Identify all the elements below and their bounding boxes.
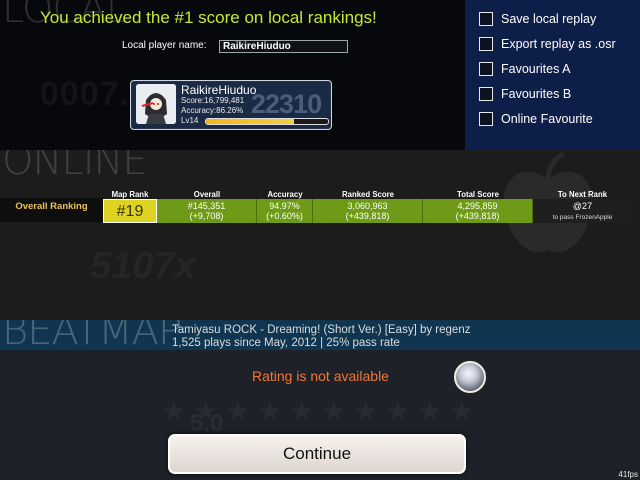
ranked-score-number: 3,060,963 (347, 201, 388, 211)
overall-rank: #145,351 (187, 201, 226, 211)
map-rank-value: #19 (103, 199, 157, 223)
checkbox-icon[interactable] (479, 112, 493, 126)
overall-ranking-label: Overall Ranking (0, 198, 103, 222)
total-score-delta: (+439,818) (455, 211, 500, 221)
player-card-score: Score:16,799,481 (181, 96, 245, 105)
rating-orb-icon[interactable] (454, 361, 486, 393)
background-decoration: 5107x (90, 245, 196, 288)
rating-status: Rating is not available (252, 368, 389, 384)
star-icon[interactable]: ★ (354, 396, 377, 427)
overall-delta: (+9,708) (189, 211, 224, 221)
option-label: Favourites A (501, 62, 571, 76)
next-rank-number: @27 (572, 201, 593, 211)
map-rank-header: Map Rank (111, 190, 149, 199)
player-card-level: Lv14 (181, 116, 199, 125)
online-section: ONLINE 5107x Overall Ranking Map Rank Ov… (0, 150, 640, 320)
star-icon[interactable]: ★ (226, 396, 249, 427)
continue-button[interactable]: Continue (168, 434, 466, 474)
checkbox-icon[interactable] (479, 87, 493, 101)
next-rank-header: To Next Rank (557, 190, 608, 199)
fps-counter: 41fps (618, 470, 638, 479)
option-save-local-replay[interactable]: Save local replay (479, 10, 596, 28)
next-rank-target: to pass FrozenApple (552, 214, 613, 221)
player-card[interactable]: 22310 RaikireHiuduo Score:16,799,481 Acc… (130, 80, 332, 130)
beatmap-section-watermark: BEATMAP (2, 320, 182, 354)
accuracy-value: 94.97% (+0.60%) (257, 199, 313, 223)
option-label: Export replay as .osr (501, 37, 616, 51)
star-icon[interactable]: ★ (194, 396, 217, 427)
ranked-score-header: Ranked Score (341, 190, 394, 199)
beatmap-title: Tamiyasu ROCK - Dreaming! (Short Ver.) [… (172, 324, 471, 336)
checkbox-icon[interactable] (479, 62, 493, 76)
option-export-replay[interactable]: Export replay as .osr (479, 35, 616, 53)
star-icon[interactable]: ★ (322, 396, 345, 427)
accuracy-header: Accuracy (267, 190, 303, 199)
achievement-message: You achieved the #1 score on local ranki… (40, 8, 377, 27)
total-score-header: Total Score (457, 190, 499, 199)
option-favourites-a[interactable]: Favourites A (479, 60, 570, 78)
star-icon[interactable]: ★ (386, 396, 409, 427)
checkbox-icon[interactable] (479, 37, 493, 51)
star-icon[interactable]: ★ (290, 396, 313, 427)
overall-header: Overall (193, 190, 221, 199)
level-progress-fill (206, 119, 294, 124)
level-progress-bar (205, 118, 329, 125)
accuracy-delta: (+0.60%) (266, 211, 303, 221)
ranked-score-value: 3,060,963 (+439,818) (313, 199, 423, 223)
player-card-background-score: 22310 (251, 89, 322, 119)
option-favourites-b[interactable]: Favourites B (479, 85, 571, 103)
option-online-favourite[interactable]: Online Favourite (479, 110, 593, 128)
star-icon[interactable]: ★ (258, 396, 281, 427)
accuracy-number: 94.97% (269, 201, 300, 211)
option-label: Online Favourite (501, 112, 593, 126)
option-label: Save local replay (501, 12, 597, 26)
star-icon[interactable]: ★ (162, 396, 185, 427)
overall-value: #145,351 (+9,708) (157, 199, 257, 223)
online-section-watermark: ONLINE (2, 150, 148, 184)
total-score-number: 4,295,859 (457, 201, 498, 211)
beatmap-section: BEATMAP Tamiyasu ROCK - Dreaming! (Short… (0, 320, 640, 480)
player-card-accuracy: Accuracy:86.26% (181, 106, 244, 115)
beatmap-stats: 1,525 plays since May, 2012 | 25% pass r… (172, 337, 400, 349)
star-icon[interactable]: ★ (450, 396, 473, 427)
next-rank-value: @27 to pass FrozenApple (533, 199, 632, 223)
player-name-input[interactable]: RaikireHiuduo (219, 40, 348, 53)
player-card-name: RaikireHiuduo (181, 83, 257, 97)
total-score-value: 4,295,859 (+439,818) (423, 199, 533, 223)
ranked-score-delta: (+439,818) (345, 211, 390, 221)
replay-options-panel: Save local replay Export replay as .osr … (465, 0, 640, 150)
option-label: Favourites B (501, 87, 572, 101)
avatar (136, 84, 176, 124)
checkbox-icon[interactable] (479, 12, 493, 26)
player-name-label: Local player name: (122, 40, 207, 51)
star-icon[interactable]: ★ (418, 396, 441, 427)
